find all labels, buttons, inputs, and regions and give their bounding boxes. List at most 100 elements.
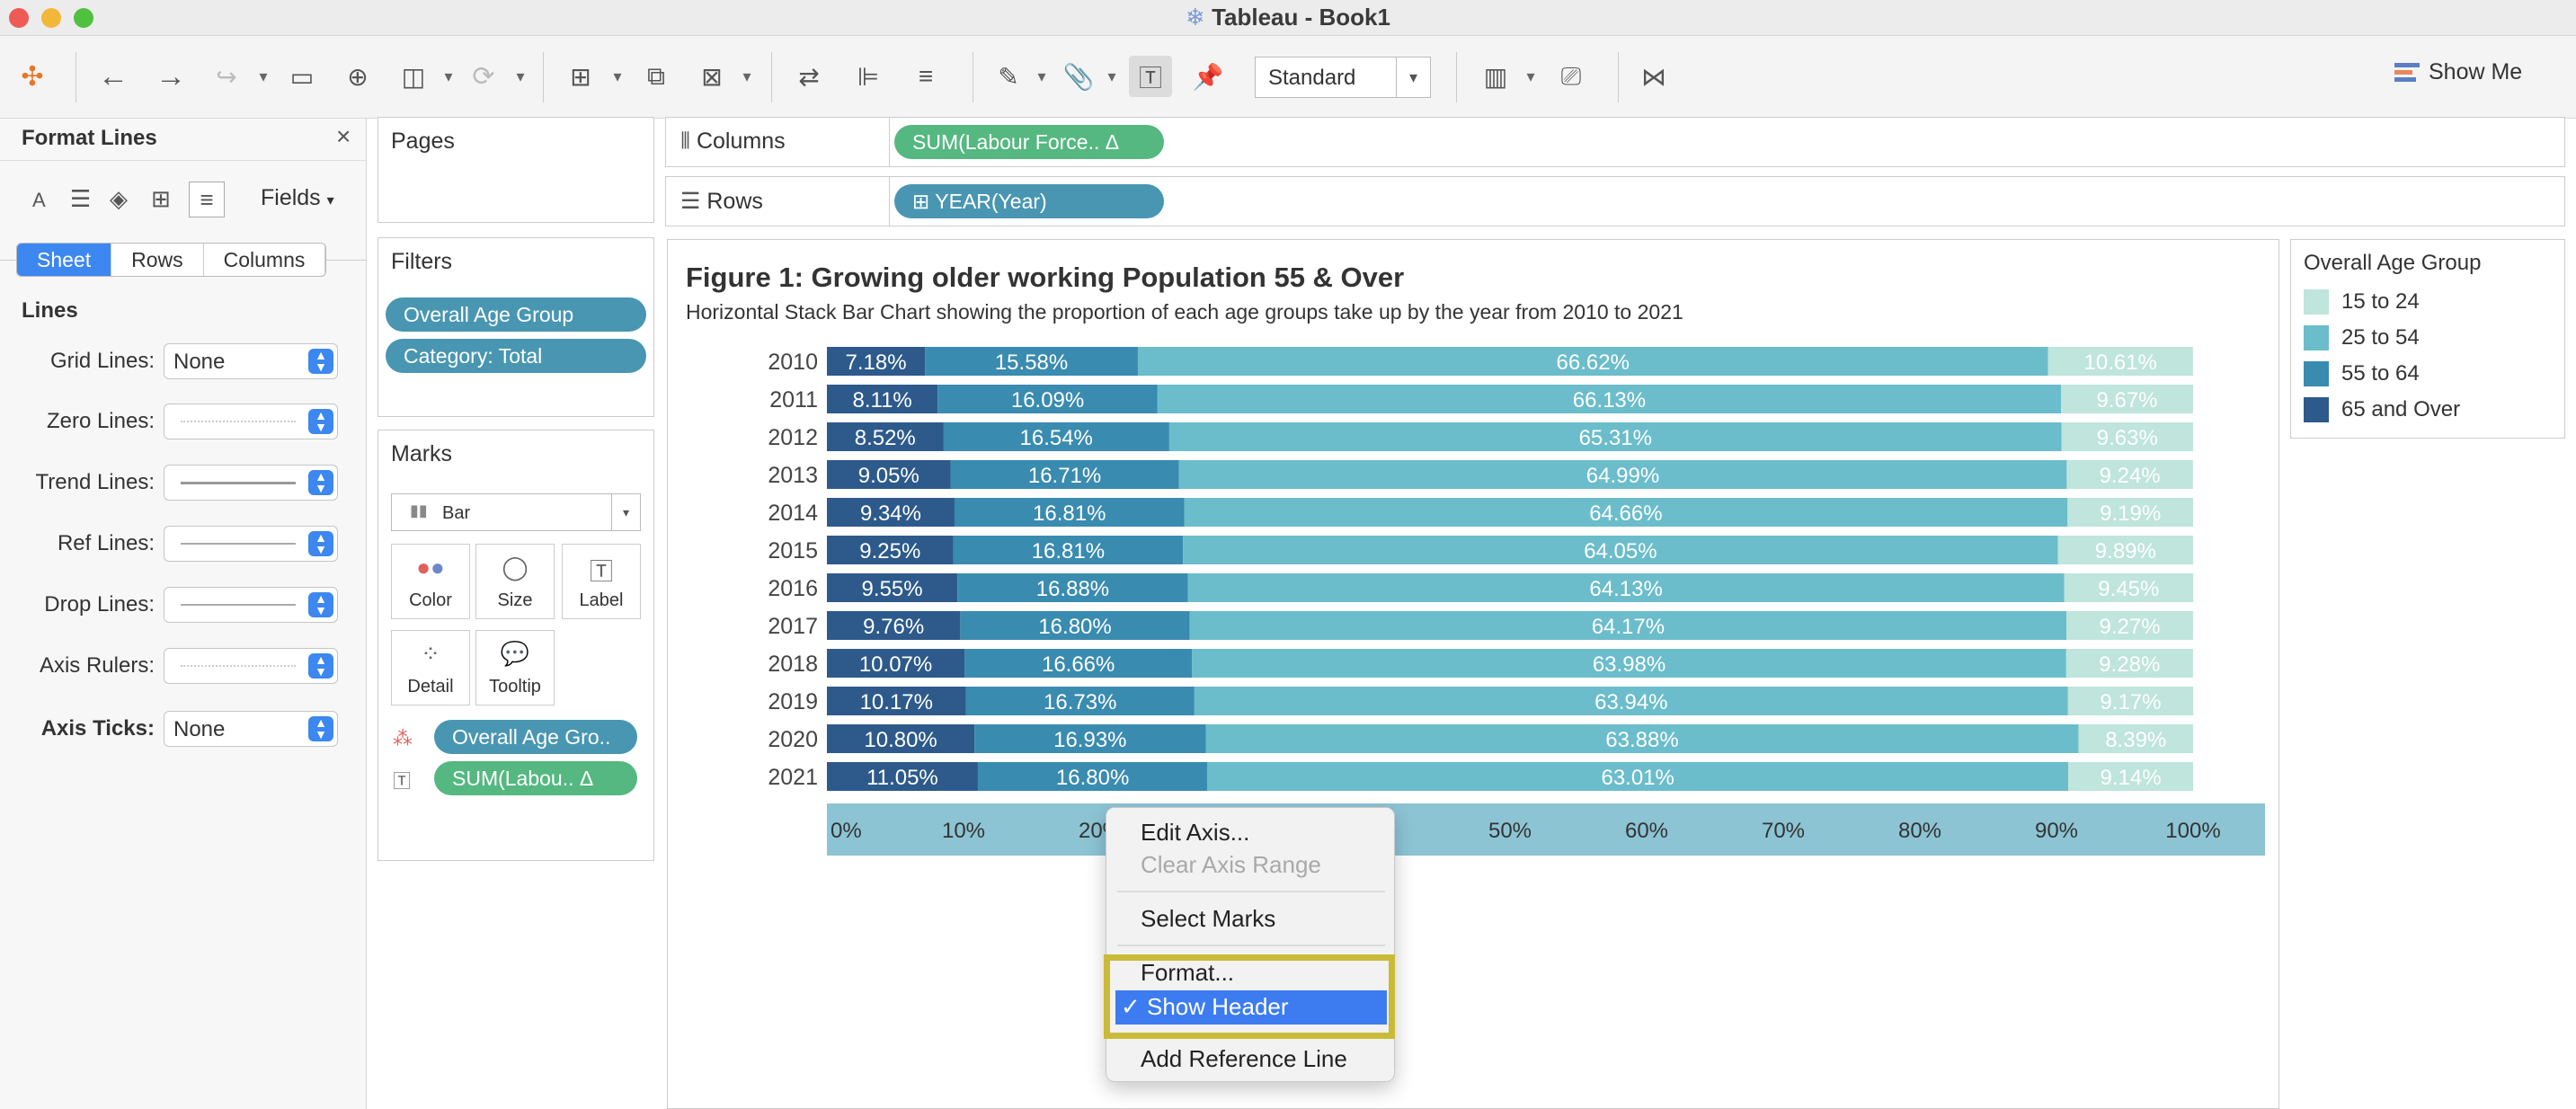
pages-card[interactable]: Pages [378, 117, 654, 223]
viz-area: Figure 1: Growing older working Populati… [667, 239, 2279, 1109]
save-icon[interactable]: ▭ [280, 56, 324, 97]
bar-value-label: 10.07% [859, 652, 932, 677]
grid-lines-label: Grid Lines: [49, 349, 155, 373]
stacked-bar-chart[interactable]: Figure 1: Growing older working Populati… [668, 240, 2280, 1109]
menu-item-select-marks[interactable]: Select Marks [1141, 905, 1275, 933]
bar-value-label: 7.18% [846, 350, 907, 375]
presentation-mode-icon[interactable]: ⎚ [1550, 56, 1593, 97]
columns-shelf[interactable]: ⦀ Columns SUM(Labour Force.. Δ [665, 117, 2565, 167]
legend-item[interactable]: 15 to 24 [2304, 287, 2420, 317]
format-shading-icon[interactable]: ◈ [110, 185, 128, 213]
bar-value-label: 10.80% [864, 728, 937, 752]
sort-descending-icon[interactable]: ≡ [904, 56, 947, 97]
forward-icon[interactable]: → [149, 56, 192, 97]
drop-lines-select[interactable]: ▲ ▼ [164, 587, 338, 623]
format-font-icon[interactable]: A [32, 189, 46, 212]
tab-sheet[interactable]: Sheet [17, 244, 112, 276]
new-worksheet-icon[interactable]: ⊞ [559, 56, 602, 97]
filter-pill-age-group[interactable]: Overall Age Group [386, 297, 646, 332]
grid-lines-select[interactable]: None ▲ ▼ [164, 343, 338, 379]
format-lines-icon[interactable]: ≡ [189, 182, 225, 217]
year-label[interactable]: 2021 [768, 765, 818, 790]
chevron-down-icon[interactable]: ▾ [512, 56, 529, 97]
year-label[interactable]: 2012 [768, 425, 818, 450]
year-label[interactable]: 2020 [768, 727, 818, 752]
tab-columns[interactable]: Columns [204, 244, 326, 276]
chevron-down-icon[interactable]: ▾ [440, 56, 457, 97]
solid-line-sample [181, 543, 296, 545]
tableau-logo-icon[interactable]: ✣ [11, 56, 54, 97]
year-label[interactable]: 2015 [768, 538, 818, 563]
back-icon[interactable]: ← [92, 56, 135, 97]
chevron-down-icon[interactable]: ▾ [255, 56, 271, 97]
detail-mark-button[interactable]: ⁘ Detail [391, 630, 470, 705]
axis-ticks-select[interactable]: None ▲ ▼ [164, 711, 338, 747]
size-mark-button[interactable]: ◯ Size [475, 544, 555, 619]
year-label[interactable]: 2013 [768, 463, 818, 488]
show-me-button[interactable]: Show Me [2394, 59, 2522, 85]
menu-item-add-reference-line[interactable]: Add Reference Line [1141, 1045, 1347, 1073]
fields-label: Fields [261, 185, 321, 210]
redo-icon[interactable]: ↪ [205, 56, 248, 97]
year-label[interactable]: 2018 [768, 652, 818, 677]
axis-rulers-select[interactable]: ▲ ▼ [164, 648, 338, 684]
trend-lines-select[interactable]: ▲ ▼ [164, 465, 338, 501]
bar-chart-icon: ▮▮ [410, 501, 428, 519]
bar-value-label: 16.73% [1044, 690, 1116, 714]
filter-pill-category[interactable]: Category: Total [386, 339, 646, 373]
sort-ascending-icon[interactable]: ⊫ [847, 56, 890, 97]
fields-dropdown[interactable]: Fields ▾ [261, 185, 334, 211]
show-cards-icon[interactable]: ▥ [1474, 56, 1517, 97]
columns-pill-labour-force[interactable]: SUM(Labour Force.. Δ [894, 125, 1164, 159]
toolbar-divider [771, 52, 772, 102]
duplicate-sheet-icon[interactable]: ⧉ [635, 56, 678, 97]
chevron-down-icon[interactable]: ▾ [1104, 56, 1120, 97]
columns-label-text: Columns [696, 129, 786, 154]
tab-rows[interactable]: Rows [111, 244, 204, 276]
color-mark-button[interactable]: ●● Color [391, 544, 470, 619]
year-label[interactable]: 2019 [768, 689, 818, 714]
toolbar-divider [1618, 52, 1619, 102]
datasource-pause-icon[interactable]: ◫ [392, 56, 435, 97]
share-icon[interactable]: ⋈ [1632, 56, 1675, 97]
zero-lines-select[interactable]: ▲ ▼ [164, 404, 338, 439]
year-label[interactable]: 2011 [769, 387, 818, 413]
ref-lines-select[interactable]: ▲ ▼ [164, 526, 338, 562]
chevron-down-icon[interactable]: ▾ [1034, 56, 1050, 97]
show-mark-labels-icon[interactable]: 🅃 [1129, 56, 1172, 97]
refresh-icon[interactable]: ⟳ [462, 56, 505, 97]
marks-pill-labour-force[interactable]: SUM(Labou.. Δ [434, 761, 637, 795]
rows-shelf[interactable]: ☰ Rows ⊞ YEAR(Year) [665, 176, 2565, 226]
chevron-down-icon[interactable]: ▾ [739, 56, 755, 97]
x-axis[interactable]: 0%10%20%30%40%50%60%70%80%90%100% [827, 803, 2265, 856]
shelf-divider [889, 118, 890, 166]
color-icon: ●● [416, 554, 445, 581]
chevron-down-icon[interactable]: ▾ [609, 56, 626, 97]
year-label[interactable]: 2016 [768, 576, 818, 601]
legend-item[interactable]: 55 to 64 [2304, 359, 2420, 389]
fix-axes-icon[interactable]: 📌 [1186, 56, 1230, 97]
chevron-down-icon[interactable]: ▾ [1523, 56, 1539, 97]
year-label[interactable]: 2014 [768, 501, 818, 526]
legend-item[interactable]: 65 and Over [2304, 395, 2460, 425]
year-label[interactable]: 2010 [768, 350, 818, 375]
format-alignment-icon[interactable]: ☰ [70, 185, 91, 213]
close-icon[interactable]: × [336, 122, 351, 151]
legend-item[interactable]: 25 to 54 [2304, 323, 2420, 353]
new-datasource-icon[interactable]: ⊕ [336, 56, 379, 97]
year-label[interactable]: 2017 [768, 614, 818, 639]
bar-value-label: 64.66% [1589, 501, 1662, 526]
group-members-icon[interactable]: 📎 [1057, 56, 1100, 97]
menu-item-edit-axis[interactable]: Edit Axis... [1141, 819, 1249, 847]
highlight-icon[interactable]: ✎ [987, 56, 1030, 97]
format-borders-icon[interactable]: ⊞ [151, 185, 171, 213]
bar-value-label: 16.80% [1056, 766, 1129, 790]
fit-select[interactable]: Standard ▾ [1255, 57, 1431, 98]
marks-pill-age-group[interactable]: Overall Age Gro.. [434, 720, 637, 754]
label-mark-button[interactable]: 🅃 Label [562, 544, 641, 619]
swap-rows-columns-icon[interactable]: ⇄ [787, 56, 831, 97]
clear-sheet-icon[interactable]: ⊠ [690, 56, 733, 97]
mark-type-select[interactable]: ▮▮ Bar ▾ [391, 493, 641, 531]
rows-pill-year[interactable]: ⊞ YEAR(Year) [894, 184, 1164, 218]
tooltip-mark-button[interactable]: 💬 Tooltip [475, 630, 555, 705]
